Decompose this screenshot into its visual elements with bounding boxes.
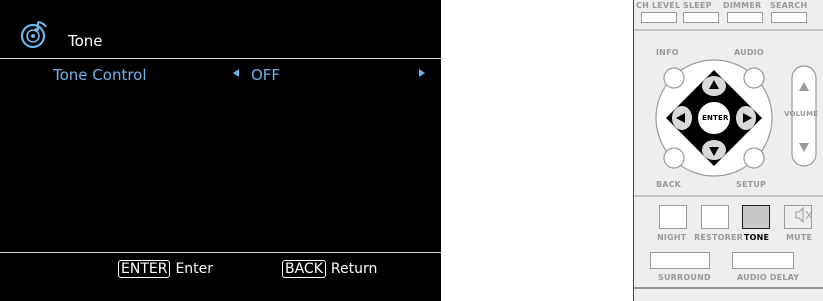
header-divider	[0, 58, 441, 59]
tone-button[interactable]	[742, 205, 770, 229]
night-label: NIGHT	[657, 233, 687, 242]
page-title: Tone	[68, 32, 103, 50]
setup-button[interactable]	[743, 147, 765, 169]
back-label: BACK	[656, 180, 682, 189]
enter-label: ENTER	[702, 114, 729, 122]
mute-label: MUTE	[786, 233, 813, 242]
menu-row-tone-control[interactable]: Tone Control OFF	[0, 62, 441, 86]
triangle-left-icon[interactable]	[233, 69, 239, 77]
screen-footer: ENTER Enter BACK Return	[0, 253, 441, 283]
menu-item-value: OFF	[251, 66, 281, 84]
setup-label: SETUP	[736, 180, 767, 189]
triangle-right-icon[interactable]	[419, 69, 425, 77]
audio-delay-label: AUDIO DELAY	[737, 273, 800, 282]
screen-header: Tone	[0, 0, 441, 58]
surround-label: SURROUND	[658, 273, 711, 282]
enter-key-box: ENTER	[118, 260, 171, 278]
restorer-label: RESTORER	[694, 233, 744, 242]
info-button[interactable]	[663, 67, 685, 89]
menu-item-label: Tone Control	[53, 66, 147, 84]
back-hint-label: Return	[330, 261, 378, 277]
remote-control-illustration: CH LEVEL SLEEP DIMMER SEARCH INFO AUDIO …	[633, 0, 823, 301]
back-hint: BACK Return	[282, 260, 378, 278]
audio-button[interactable]	[743, 67, 765, 89]
osd-screen: Tone Tone Control OFF ENTER Enter BACK Ret…	[0, 0, 441, 301]
restorer-button[interactable]	[701, 205, 729, 229]
volume-label: VOLUME	[784, 110, 819, 118]
surround-button[interactable]	[650, 252, 710, 269]
enter-hint-label: Enter	[175, 261, 214, 277]
night-button[interactable]	[659, 205, 687, 229]
mute-button[interactable]	[784, 205, 812, 229]
back-key-box: BACK	[282, 260, 326, 278]
info-label: INFO	[656, 48, 679, 57]
music-disc-icon	[20, 21, 47, 49]
enter-hint: ENTER Enter	[118, 260, 214, 278]
audio-label: AUDIO	[734, 48, 764, 57]
tone-label: TONE	[744, 233, 770, 242]
back-button[interactable]	[663, 147, 685, 169]
audio-delay-button[interactable]	[732, 252, 794, 269]
